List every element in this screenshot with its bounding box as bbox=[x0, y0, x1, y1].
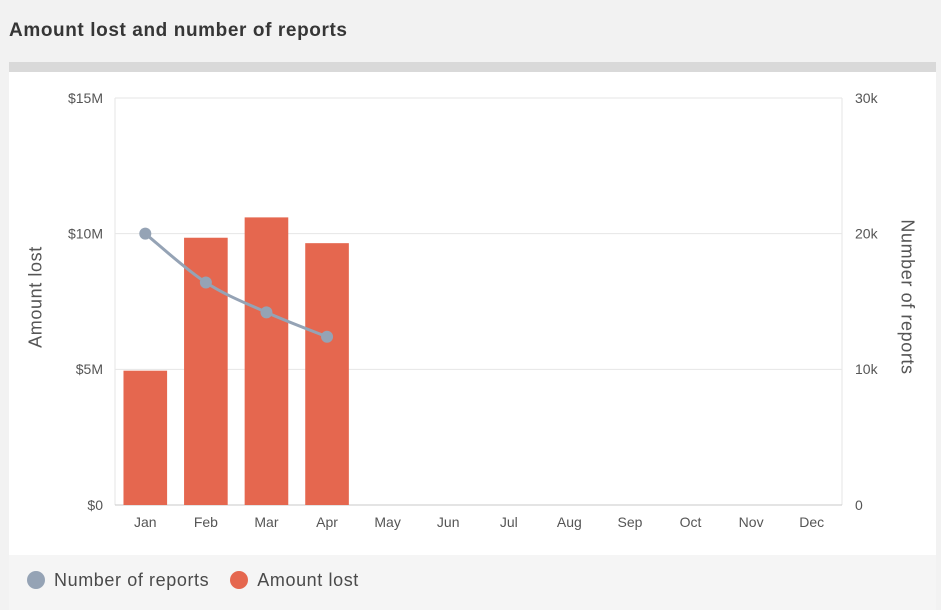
x-tick-label-may: May bbox=[374, 514, 400, 530]
combo-chart: $0 $5M $10M $15M 0 10k 20k 30k Jan Feb Mar Apr May Ju… bbox=[25, 90, 918, 530]
chart-header: Amount lost and number of reports bbox=[9, 0, 936, 60]
chart-widget: Amount lost and number of reports $0 $5M $… bbox=[0, 0, 941, 610]
line-series-number-of-reports bbox=[139, 227, 334, 343]
y-right-tick-label: 0 bbox=[855, 497, 863, 513]
x-tick-label-sep: Sep bbox=[617, 514, 642, 530]
point-apr[interactable] bbox=[321, 330, 334, 343]
y-left-axis-title: Amount lost bbox=[25, 246, 45, 348]
point-mar[interactable] bbox=[260, 306, 273, 319]
point-jan[interactable] bbox=[139, 227, 152, 240]
x-tick-label-feb: Feb bbox=[194, 514, 218, 530]
y-right-tick-label: 10k bbox=[855, 361, 879, 377]
x-tick-label-jan: Jan bbox=[134, 514, 157, 530]
x-tick-label-aug: Aug bbox=[557, 514, 582, 530]
legend-marker-number-of-reports bbox=[27, 571, 45, 589]
x-tick-label-jun: Jun bbox=[437, 514, 460, 530]
x-tick-label-apr: Apr bbox=[316, 514, 338, 530]
x-tick-label-oct: Oct bbox=[680, 514, 702, 530]
x-tick-label-nov: Nov bbox=[739, 514, 764, 530]
legend-label-amount-lost: Amount lost bbox=[257, 570, 359, 590]
line-number-of-reports bbox=[143, 232, 329, 339]
x-tick-label-jul: Jul bbox=[500, 514, 518, 530]
point-feb[interactable] bbox=[199, 276, 212, 289]
bar-apr[interactable] bbox=[305, 243, 349, 505]
y-right-tick-label: 20k bbox=[855, 226, 879, 242]
chart-title: Amount lost and number of reports bbox=[9, 19, 348, 41]
y-right-tick-label: 30k bbox=[855, 90, 879, 106]
legend-marker-amount-lost bbox=[230, 571, 249, 589]
legend-item-amount-lost[interactable]: Amount lost bbox=[230, 571, 359, 589]
legend: Number of reports Amount lost bbox=[9, 555, 936, 610]
y-left-tick-label: $5M bbox=[76, 361, 103, 377]
x-tick-label-dec: Dec bbox=[799, 514, 824, 530]
bars-amount-lost bbox=[123, 217, 349, 506]
plot-panel: $0 $5M $10M $15M 0 10k 20k 30k Jan Feb Mar Apr May Ju… bbox=[9, 72, 936, 555]
legend-label-number-of-reports: Number of reports bbox=[54, 570, 210, 590]
y-right-axis-title: Number of reports bbox=[898, 219, 918, 374]
bar-mar[interactable] bbox=[244, 217, 289, 506]
header-divider bbox=[9, 62, 936, 72]
legend-item-number-of-reports[interactable]: Number of reports bbox=[27, 571, 209, 589]
y-left-tick-label: $0 bbox=[87, 497, 103, 513]
bar-jan[interactable] bbox=[123, 370, 168, 505]
y-left-tick-label: $15M bbox=[68, 90, 103, 106]
y-left-tick-label: $10M bbox=[68, 226, 103, 242]
x-tick-label-mar: Mar bbox=[254, 514, 278, 530]
